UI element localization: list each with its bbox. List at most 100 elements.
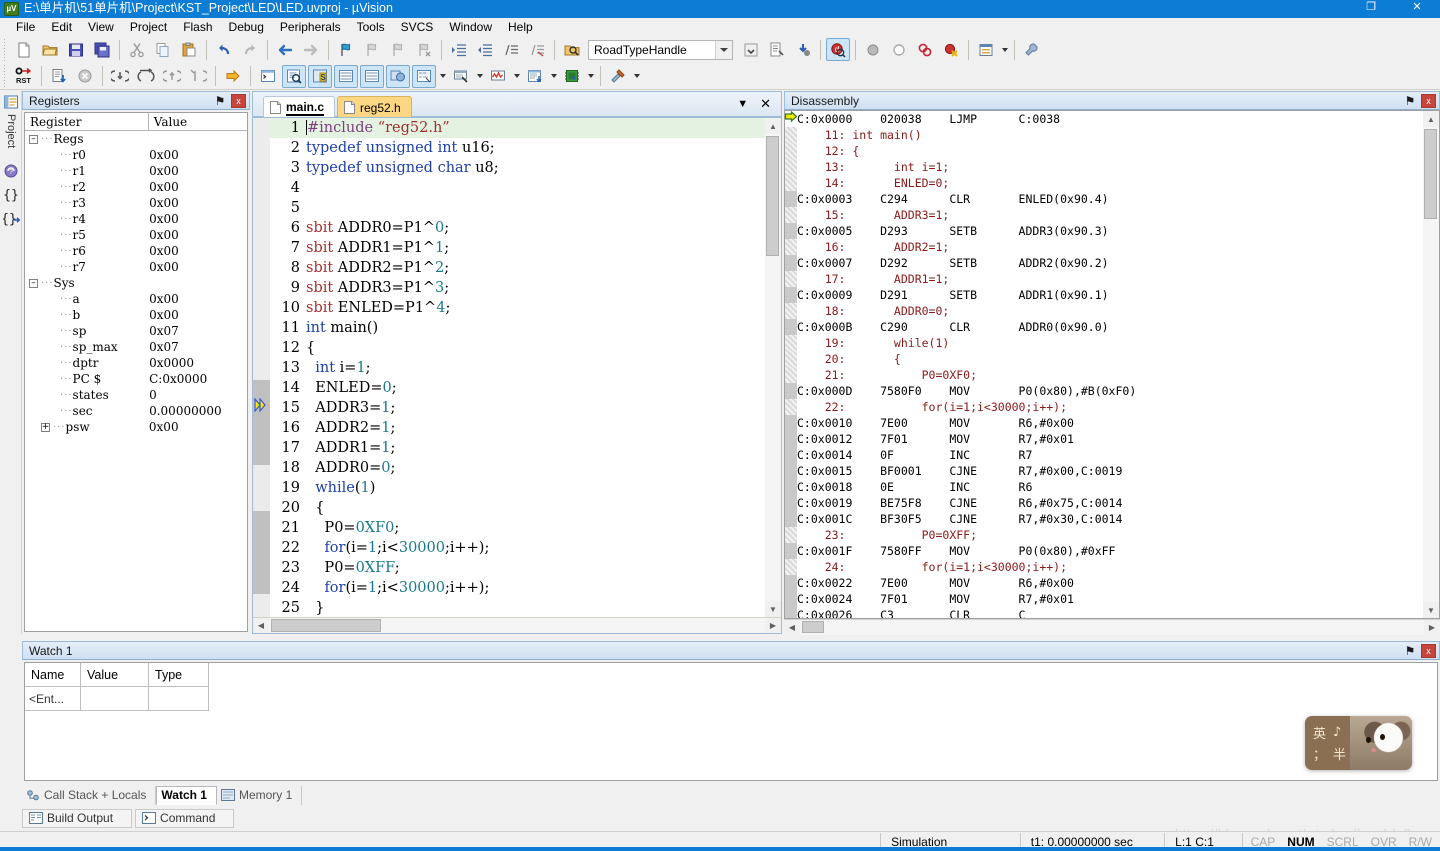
tab-build-output[interactable]: Build Output	[22, 809, 132, 828]
save-icon[interactable]	[64, 38, 88, 61]
registers-window-icon[interactable]	[334, 65, 358, 88]
configure-icon[interactable]	[791, 38, 815, 61]
code-line[interactable]: 17 ADDR1=1;	[270, 438, 781, 458]
disassembly-lines[interactable]: C:0x0000 020038 LJMP C:0038 11: int main…	[797, 111, 1439, 618]
toolbox-icon[interactable]	[606, 65, 630, 88]
disassembly-source-line[interactable]: 23: P0=0XFF;	[797, 527, 1439, 543]
sidebar-item-functions[interactable]: {}	[0, 181, 22, 205]
table-row[interactable]: ···a0x00	[25, 291, 247, 307]
table-row[interactable]: ···r20x00	[25, 179, 247, 195]
disable-all-breakpoints-icon[interactable]	[913, 38, 937, 61]
serial-windows-dropdown-icon[interactable]	[474, 65, 485, 88]
code-line[interactable]: 6sbit ADDR0=P1^0;	[270, 218, 781, 238]
close-icon[interactable]: x	[1421, 644, 1436, 658]
disassembly-source-line[interactable]: 12: {	[797, 143, 1439, 159]
table-row[interactable]: ···states0	[25, 387, 247, 403]
indent-icon[interactable]	[447, 38, 471, 61]
watch-table[interactable]: Name Value Type <Ent...	[24, 662, 1438, 781]
chevron-down-icon[interactable]: ▼	[737, 98, 748, 110]
code-line[interactable]: 24 for(i=1;i<30000;i++);	[270, 578, 781, 598]
undo-icon[interactable]	[212, 38, 236, 61]
step-out-icon[interactable]	[160, 65, 184, 88]
editor-vertical-scrollbar[interactable]: ▲ ▼	[765, 118, 781, 617]
disassembly-source-line[interactable]: 21: P0=0XF0;	[797, 367, 1439, 383]
call-stack-icon[interactable]	[360, 65, 384, 88]
disassembly-instruction[interactable]: C:0x0010 7E00 MOV R6,#0x00	[797, 415, 1439, 431]
disassembly-instruction[interactable]: C:0x0000 020038 LJMP C:0038	[797, 111, 1439, 127]
code-line[interactable]: 25 }	[270, 598, 781, 617]
disassembly-gutter[interactable]	[785, 111, 797, 618]
system-viewer-icon[interactable]	[560, 65, 584, 88]
disassembly-source-line[interactable]: 11: int main()	[797, 127, 1439, 143]
disassembly-instruction[interactable]: C:0x000B C290 CLR ADDR0(0x90.0)	[797, 319, 1439, 335]
scroll-left-icon[interactable]: ◀	[784, 620, 800, 635]
table-row[interactable]: ···dptr0x0000	[25, 355, 247, 371]
table-row[interactable]: ···r30x00	[25, 195, 247, 211]
scroll-down-icon[interactable]: ▼	[1423, 602, 1439, 618]
code-line[interactable]: 15 ADDR3=1;	[270, 398, 781, 418]
disassembly-instruction[interactable]: C:0x000D 7580F0 MOV P0(0x80),#B(0xF0)	[797, 383, 1439, 399]
step-into-icon[interactable]	[108, 65, 132, 88]
disassembly-source-line[interactable]: 20: {	[797, 351, 1439, 367]
trace-windows-icon[interactable]	[523, 65, 547, 88]
menu-tools[interactable]: Tools	[349, 19, 393, 35]
memory-windows-dropdown-icon[interactable]	[437, 65, 448, 88]
menu-svcs[interactable]: SVCS	[393, 19, 442, 35]
table-row[interactable]: ···r60x00	[25, 243, 247, 259]
menu-edit[interactable]: Edit	[43, 19, 80, 35]
disassembly-instruction[interactable]: C:0x0012 7F01 MOV R7,#0x01	[797, 431, 1439, 447]
table-row[interactable]: ···PC $C:0x0000	[25, 371, 247, 387]
insert-breakpoint-icon[interactable]	[861, 38, 885, 61]
toolbox-dropdown-icon[interactable]	[631, 65, 642, 88]
symbols-window-icon[interactable]: S	[308, 65, 332, 88]
scroll-thumb[interactable]	[1424, 129, 1437, 219]
chevron-down-icon[interactable]	[715, 41, 732, 59]
disassembly-instruction[interactable]: C:0x0009 D291 SETB ADDR1(0x90.1)	[797, 287, 1439, 303]
ime-note-icon[interactable]: ♪	[1333, 725, 1341, 740]
save-all-icon[interactable]	[90, 38, 114, 61]
table-row[interactable]: ···b0x00	[25, 307, 247, 323]
close-icon[interactable]: ✕	[760, 96, 771, 112]
disassembly-instruction[interactable]: C:0x0026 C3 CLR C	[797, 607, 1439, 618]
code-line[interactable]: 5	[270, 198, 781, 218]
disassembly-instruction[interactable]: C:0x0007 D292 SETB ADDR2(0x90.2)	[797, 255, 1439, 271]
system-viewer-dropdown-icon[interactable]	[585, 65, 596, 88]
code-line[interactable]: 12{	[270, 338, 781, 358]
tab-reg52-h[interactable]: reg52.h	[337, 96, 412, 118]
menu-debug[interactable]: Debug	[221, 19, 272, 35]
breakpoint-gutter[interactable]	[253, 118, 270, 617]
scroll-right-icon[interactable]: ▶	[1424, 620, 1440, 635]
code-line[interactable]: 22 for(i=1;i<30000;i++);	[270, 538, 781, 558]
code-line[interactable]: 8sbit ADDR2=P1^2;	[270, 258, 781, 278]
menu-project[interactable]: Project	[122, 19, 175, 35]
navigate-back-icon[interactable]	[273, 38, 297, 61]
bookmark-clear-icon[interactable]	[412, 38, 436, 61]
code-line[interactable]: 13 int i=1;	[270, 358, 781, 378]
register-group-row[interactable]: – ··· Regs	[25, 131, 247, 147]
editor-horizontal-scrollbar[interactable]: ◀ ▶	[253, 617, 781, 633]
code-line[interactable]: 2typedef unsigned int u16;	[270, 138, 781, 158]
new-file-icon[interactable]	[12, 38, 36, 61]
manage-windows-icon[interactable]	[974, 38, 998, 61]
watch-type-cell[interactable]	[149, 687, 209, 711]
table-row[interactable]: + ··· psw 0x00	[25, 419, 247, 435]
code-lines[interactable]: 1#include “reg52.h”2typedef unsigned int…	[270, 118, 781, 617]
collapse-toggle-sys[interactable]: –	[29, 279, 38, 288]
column-header-type[interactable]: Type	[149, 663, 209, 687]
watch-windows-icon[interactable]	[386, 65, 410, 88]
reset-cpu-icon[interactable]: RST	[12, 65, 36, 88]
code-line[interactable]: 10sbit ENLED=P1^4;	[270, 298, 781, 318]
scroll-track[interactable]	[269, 618, 765, 633]
project-options-icon[interactable]	[765, 38, 789, 61]
collapse-toggle-regs[interactable]: –	[29, 135, 38, 144]
command-window-icon[interactable]	[256, 65, 280, 88]
code-line[interactable]: 9sbit ADDR3=P1^3;	[270, 278, 781, 298]
code-line[interactable]: 20 {	[270, 498, 781, 518]
run-to-cursor-icon[interactable]	[186, 65, 210, 88]
menu-view[interactable]: View	[80, 19, 122, 35]
disassembly-source-line[interactable]: 17: ADDR1=1;	[797, 271, 1439, 287]
bookmark-prev-icon[interactable]	[360, 38, 384, 61]
disassembly-instruction[interactable]: C:0x0022 7E00 MOV R6,#0x00	[797, 575, 1439, 591]
tab-call-stack-locals[interactable]: Call Stack + Locals	[22, 786, 156, 805]
table-row[interactable]: ···r50x00	[25, 227, 247, 243]
